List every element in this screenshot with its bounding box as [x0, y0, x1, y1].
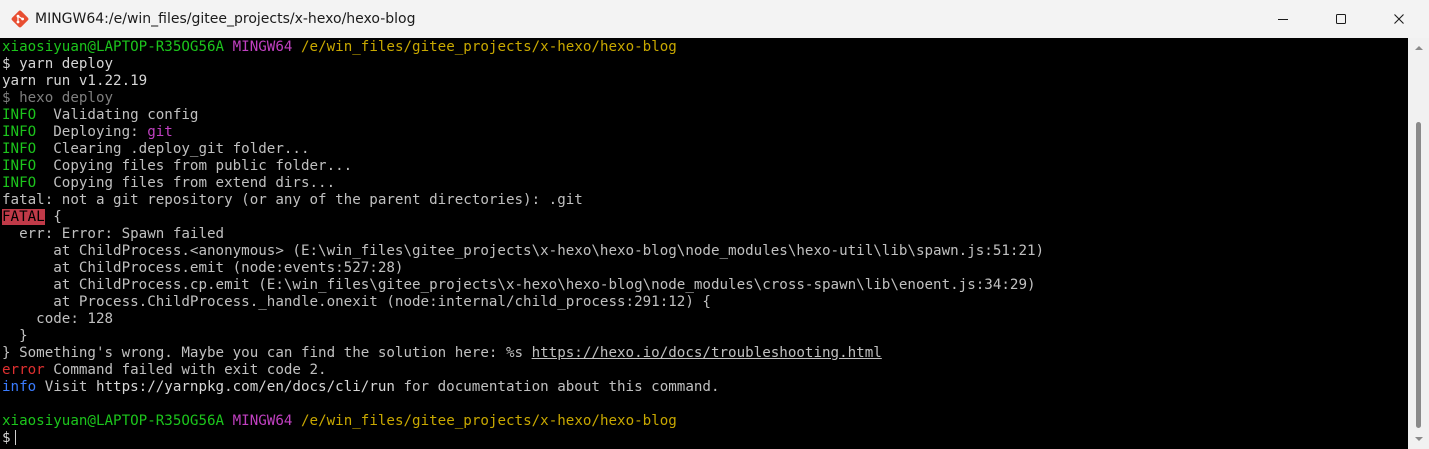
terminal-line: FATAL { — [2, 209, 1044, 226]
terminal-line: INFO Deploying: git — [2, 124, 1044, 141]
maximize-button[interactable] — [1312, 0, 1370, 38]
terminal-text: Visit — [36, 379, 96, 395]
vertical-scrollbar[interactable] — [1408, 38, 1429, 449]
terminal-line: at Process.ChildProcess._handle.onexit (… — [2, 294, 1044, 311]
terminal-line: xiaosiyuan@LAPTOP-R35OG56A MINGW64 /e/wi… — [2, 39, 1044, 56]
terminal-line: INFO Clearing .deploy_git folder... — [2, 141, 1044, 158]
terminal-line: $ hexo deploy — [2, 90, 1044, 107]
terminal-text: Clearing .deploy_git folder... — [36, 141, 310, 157]
terminal-line: $ — [2, 430, 1044, 447]
title-bar[interactable]: MINGW64:/e/win_files/gitee_projects/x-he… — [0, 0, 1429, 38]
terminal-text: Copying files from public folder... — [36, 158, 353, 174]
close-button[interactable] — [1370, 0, 1428, 38]
terminal-link[interactable]: https://hexo.io/docs/troubleshooting.htm… — [532, 345, 882, 361]
terminal-text: { — [44, 209, 62, 225]
terminal-text: xiaosiyuan@LAPTOP-R35OG56A — [2, 413, 225, 429]
terminal-window: MINGW64:/e/win_files/gitee_projects/x-he… — [0, 0, 1429, 449]
terminal-line: } Something's wrong. Maybe you can find … — [2, 345, 1044, 362]
terminal-line: err: Error: Spawn failed — [2, 226, 1044, 243]
terminal-text: INFO — [2, 158, 37, 174]
terminal-text: for documentation about this command. — [394, 379, 720, 395]
terminal-text: $ — [2, 430, 11, 446]
terminal-line: code: 128 — [2, 311, 1044, 328]
terminal-text: /e/win_files/gitee_projects/x-hexo/hexo-… — [300, 413, 677, 429]
terminal-text: Validating config — [36, 107, 199, 123]
scroll-thumb[interactable] — [1416, 122, 1421, 428]
terminal-text: at ChildProcess.<anonymous> (E:\win_file… — [2, 243, 1045, 259]
terminal-line: INFO Copying files from public folder... — [2, 158, 1044, 175]
terminal-text: at ChildProcess.emit (node:events:527:28… — [2, 260, 404, 276]
terminal-line: at ChildProcess.emit (node:events:527:28… — [2, 260, 1044, 277]
terminal-text: at ChildProcess.cp.emit (E:\win_files\gi… — [2, 277, 1036, 293]
terminal-text: code: 128 — [2, 311, 114, 327]
terminal-output[interactable]: xiaosiyuan@LAPTOP-R35OG56A MINGW64 /e/wi… — [0, 38, 1408, 449]
terminal-line: INFO Copying files from extend dirs... — [2, 175, 1044, 192]
terminal-text: Copying files from extend dirs... — [36, 175, 336, 191]
terminal-line: at ChildProcess.cp.emit (E:\win_files\gi… — [2, 277, 1044, 294]
terminal-lines: xiaosiyuan@LAPTOP-R35OG56A MINGW64 /e/wi… — [2, 39, 1044, 447]
terminal-text: $ hexo deploy — [2, 90, 114, 106]
terminal-text: at Process.ChildProcess._handle.onexit (… — [2, 294, 711, 310]
terminal-text: xiaosiyuan@LAPTOP-R35OG56A — [2, 39, 225, 55]
scroll-down-arrow-icon — [1414, 437, 1423, 441]
window-title: MINGW64:/e/win_files/gitee_projects/x-he… — [35, 11, 416, 27]
terminal-text: Deploying: — [36, 124, 148, 140]
terminal-text: MINGW64 — [232, 39, 293, 55]
terminal-text: INFO — [2, 107, 37, 123]
git-bash-icon — [11, 10, 29, 28]
scroll-up-button[interactable] — [1408, 38, 1429, 58]
text-cursor — [14, 430, 16, 445]
terminal-line: info Visit https://yarnpkg.com/en/docs/c… — [2, 379, 1044, 396]
terminal-text: fatal: not a git repository (or any of t… — [2, 192, 583, 208]
terminal-line: at ChildProcess.<anonymous> (E:\win_file… — [2, 243, 1044, 260]
terminal-text: Command failed with exit code 2. — [44, 362, 327, 378]
terminal-text: } Something's wrong. Maybe you can find … — [2, 345, 532, 361]
terminal-text: INFO — [2, 141, 37, 157]
terminal-text: FATAL — [2, 209, 45, 225]
terminal-line: xiaosiyuan@LAPTOP-R35OG56A MINGW64 /e/wi… — [2, 413, 1044, 430]
terminal-line: } — [2, 328, 1044, 345]
maximize-icon — [1336, 14, 1346, 24]
terminal-text: INFO — [2, 175, 37, 191]
terminal-text: /e/win_files/gitee_projects/x-hexo/hexo-… — [300, 39, 677, 55]
terminal-text: git — [147, 124, 173, 140]
terminal-line: fatal: not a git repository (or any of t… — [2, 192, 1044, 209]
close-icon — [1394, 14, 1404, 24]
scroll-down-button[interactable] — [1408, 429, 1429, 449]
terminal-line: yarn run v1.22.19 — [2, 73, 1044, 90]
terminal-text: INFO — [2, 124, 37, 140]
terminal-text: err: Error: Spawn failed — [2, 226, 225, 242]
terminal-text: } — [2, 328, 28, 344]
scroll-up-arrow-icon — [1414, 46, 1423, 50]
terminal-text: error — [2, 362, 45, 378]
terminal-text: info — [2, 379, 37, 395]
terminal-line: error Command failed with exit code 2. — [2, 362, 1044, 379]
terminal-line: INFO Validating config — [2, 107, 1044, 124]
terminal-text: yarn run v1.22.19 — [2, 73, 148, 89]
terminal-text: $ yarn deploy — [2, 56, 114, 72]
terminal-text: https://yarnpkg.com/en/docs/cli/run — [95, 379, 395, 395]
minimize-icon — [1278, 19, 1288, 20]
minimize-button[interactable] — [1254, 0, 1312, 38]
terminal-text: MINGW64 — [232, 413, 293, 429]
terminal-line: $ yarn deploy — [2, 56, 1044, 73]
